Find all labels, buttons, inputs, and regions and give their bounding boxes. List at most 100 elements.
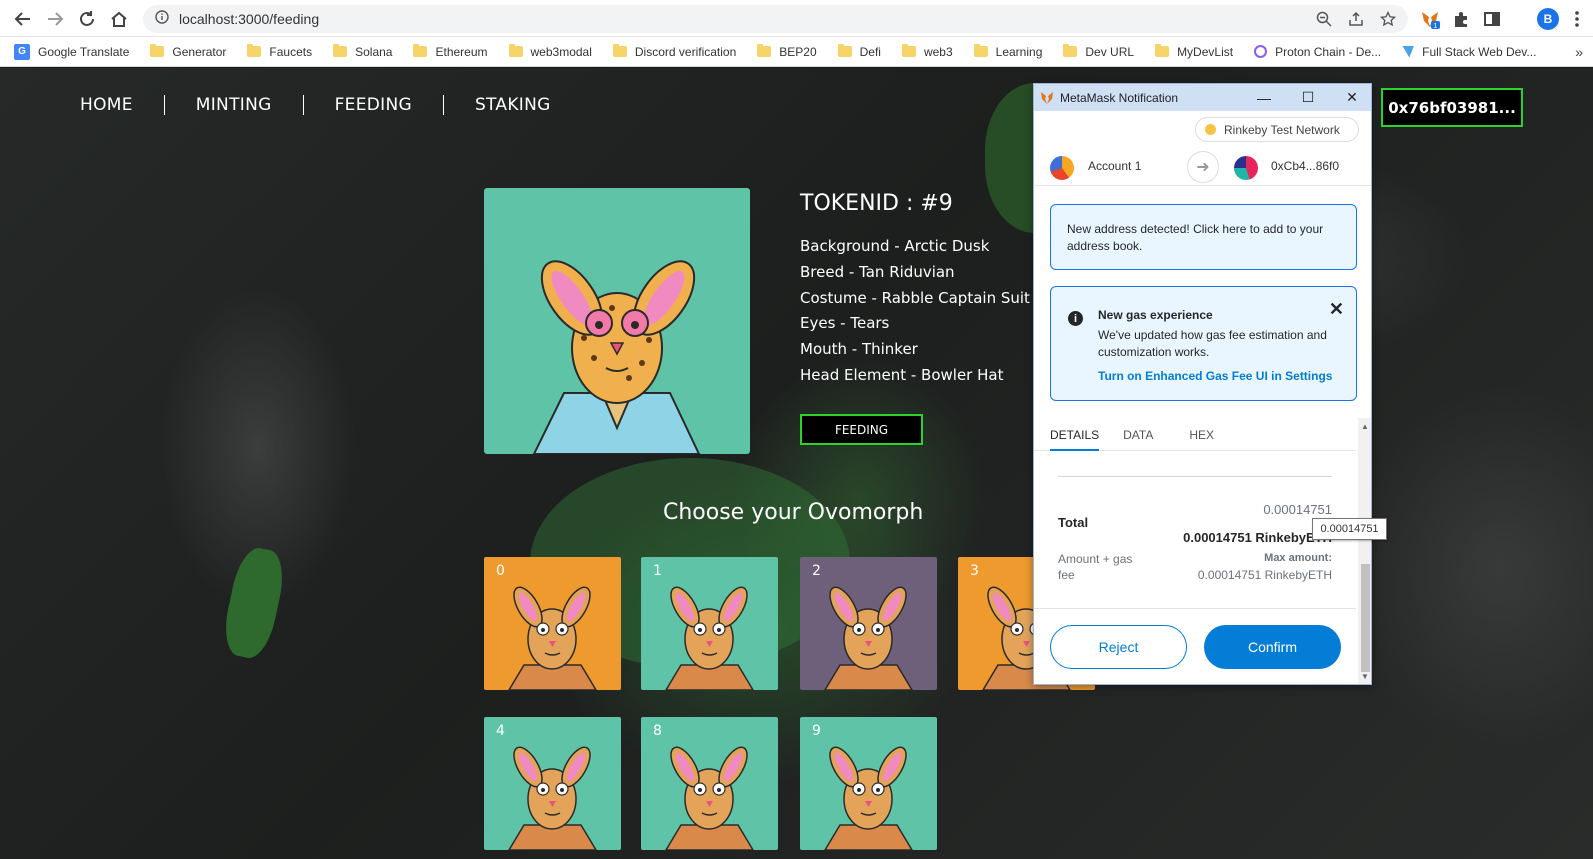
scroll-up-icon[interactable]: ▲ xyxy=(1361,422,1369,431)
svg-text:1: 1 xyxy=(1434,23,1438,29)
ovomorph-card[interactable]: 0 xyxy=(484,557,621,690)
gas-body: We've updated how gas fee estimation and… xyxy=(1098,328,1327,359)
folder-icon xyxy=(247,44,262,57)
folder-icon xyxy=(973,44,988,57)
ovomorph-id: 9 xyxy=(812,723,821,739)
nav-home[interactable]: HOME xyxy=(80,95,133,115)
close-icon[interactable]: ✕ xyxy=(1343,89,1361,106)
bookmark-proton-chain[interactable]: Proton Chain - De... xyxy=(1254,45,1381,59)
from-account-name[interactable]: Account 1 xyxy=(1088,159,1141,173)
browser-menu-icon[interactable] xyxy=(1565,7,1589,31)
bookmark-folder[interactable]: Dev URL xyxy=(1063,44,1134,59)
network-name: Rinkeby Test Network xyxy=(1224,122,1340,137)
scrollbar-thumb[interactable] xyxy=(1361,564,1370,672)
ovomorph-id: 1 xyxy=(653,563,662,579)
folder-icon xyxy=(757,44,772,57)
confirm-button[interactable]: Confirm xyxy=(1204,625,1341,669)
feeding-button[interactable]: FEEDING xyxy=(800,414,923,445)
extensions-puzzle-icon[interactable] xyxy=(1449,7,1473,31)
new-address-notice[interactable]: New address detected! Click here to add … xyxy=(1050,204,1357,270)
fullstack-icon xyxy=(1402,45,1415,58)
bookmark-folder[interactable]: web3 xyxy=(901,44,953,59)
wallet-address-button[interactable]: 0x76bf03981... xyxy=(1381,88,1523,127)
ovomorph-card[interactable]: 8 xyxy=(641,717,778,850)
maximize-icon[interactable]: ☐ xyxy=(1299,89,1317,106)
to-address[interactable]: 0xCb4...86f0 xyxy=(1271,159,1339,173)
bookmark-folder[interactable]: MyDevList xyxy=(1155,44,1233,59)
token-traits: Background - Arctic Dusk Breed - Tan Rid… xyxy=(800,234,1030,389)
bookmark-folder[interactable]: Defi xyxy=(837,44,881,59)
trait-costume: Costume - Rabble Captain Suit xyxy=(800,288,1030,307)
network-indicator[interactable]: Rinkeby Test Network xyxy=(1195,117,1359,142)
metamask-popup: MetaMask Notification — ☐ ✕ Rinkeby Test… xyxy=(1033,83,1372,685)
folder-icon xyxy=(837,44,852,57)
bookmark-folder[interactable]: Solana xyxy=(333,44,392,59)
metamask-titlebar: MetaMask Notification — ☐ ✕ xyxy=(1034,84,1371,111)
account-transfer-row: Account 1 ➜ 0xCb4...86f0 xyxy=(1034,148,1371,186)
nav-feeding[interactable]: FEEDING xyxy=(335,95,412,115)
bookmark-folder[interactable]: Discord verification xyxy=(612,44,736,59)
site-info-icon[interactable] xyxy=(155,9,169,29)
metamask-extension-icon[interactable]: 1 xyxy=(1418,7,1442,31)
reject-button[interactable]: Reject xyxy=(1050,625,1187,669)
bookmark-google-translate[interactable]: G Google Translate xyxy=(14,43,129,60)
ovomorph-id: 4 xyxy=(496,723,505,739)
total-label: Total xyxy=(1058,515,1089,530)
folder-icon xyxy=(413,44,428,57)
total-value: 0.00014751 RinkebyETH xyxy=(1183,530,1332,545)
arrow-right-icon: ➜ xyxy=(1187,151,1219,183)
nav-staking[interactable]: STAKING xyxy=(475,95,551,115)
trait-breed: Breed - Tan Riduvian xyxy=(800,262,955,281)
bookmarks-bar: G Google Translate Generator Faucets Sol… xyxy=(0,37,1593,67)
reload-icon[interactable] xyxy=(74,6,100,32)
browser-toolbar: localhost:3000/feeding 1 B xyxy=(0,0,1593,37)
forward-icon[interactable] xyxy=(42,6,68,32)
folder-icon xyxy=(901,44,916,57)
nav-minting[interactable]: MINTING xyxy=(196,95,272,115)
bookmark-folder[interactable]: BEP20 xyxy=(757,44,817,59)
ovomorph-card[interactable]: 1 xyxy=(641,557,778,690)
ovomorph-card[interactable]: 4 xyxy=(484,717,621,850)
share-icon[interactable] xyxy=(1346,9,1366,29)
tab-details[interactable]: DETAILS xyxy=(1050,418,1100,451)
bookmark-folder[interactable]: Ethereum xyxy=(413,44,488,59)
tab-hex[interactable]: HEX xyxy=(1189,418,1214,451)
google-translate-icon: G xyxy=(14,43,30,60)
scroll-down-icon[interactable]: ▼ xyxy=(1361,672,1369,681)
home-icon[interactable] xyxy=(106,6,132,32)
back-icon[interactable] xyxy=(10,6,36,32)
bookmark-folder[interactable]: Faucets xyxy=(247,44,312,59)
minimize-icon[interactable]: — xyxy=(1255,90,1273,106)
side-panel-icon[interactable] xyxy=(1480,7,1504,31)
address-bar[interactable]: localhost:3000/feeding xyxy=(143,5,1408,33)
tab-data[interactable]: DATA xyxy=(1123,418,1153,451)
enhanced-gas-link[interactable]: Turn on Enhanced Gas Fee UI in Settings xyxy=(1098,369,1332,383)
ovomorph-id: 0 xyxy=(496,563,505,579)
bookmark-full-stack[interactable]: Full Stack Web Dev... xyxy=(1402,45,1536,59)
ovomorph-card[interactable]: 2 xyxy=(800,557,937,690)
token-title: TOKENID : #9 xyxy=(800,191,953,216)
folder-icon xyxy=(1155,44,1170,57)
token-image xyxy=(484,188,750,454)
bookmark-folder[interactable]: Learning xyxy=(973,44,1042,59)
main-nav: HOME MINTING FEEDING STAKING xyxy=(80,95,551,115)
max-amount-value: 0.00014751 RinkebyETH xyxy=(1197,568,1332,582)
network-dot-icon xyxy=(1205,124,1216,135)
bookmarks-overflow-button[interactable]: » xyxy=(1575,44,1583,60)
ovomorph-id: 2 xyxy=(812,563,821,579)
gallery-heading: Choose your Ovomorph xyxy=(663,500,924,525)
ovomorph-id: 3 xyxy=(970,563,979,579)
ovomorph-card[interactable]: 9 xyxy=(800,717,937,850)
zoom-icon[interactable] xyxy=(1314,9,1334,29)
trait-mouth: Mouth - Thinker xyxy=(800,340,918,359)
nav-divider xyxy=(302,95,304,115)
trait-background: Background - Arctic Dusk xyxy=(800,237,990,255)
amount-tooltip: 0.00014751 xyxy=(1312,518,1387,540)
close-icon[interactable]: ✕ xyxy=(1329,299,1344,320)
bookmark-folder[interactable]: Generator xyxy=(150,44,226,59)
profile-avatar[interactable]: B xyxy=(1537,8,1559,30)
bookmark-star-icon[interactable] xyxy=(1378,9,1398,29)
bookmark-folder[interactable]: web3modal xyxy=(508,44,592,59)
rabbit-illustration xyxy=(532,260,701,454)
background-shape xyxy=(219,544,289,662)
